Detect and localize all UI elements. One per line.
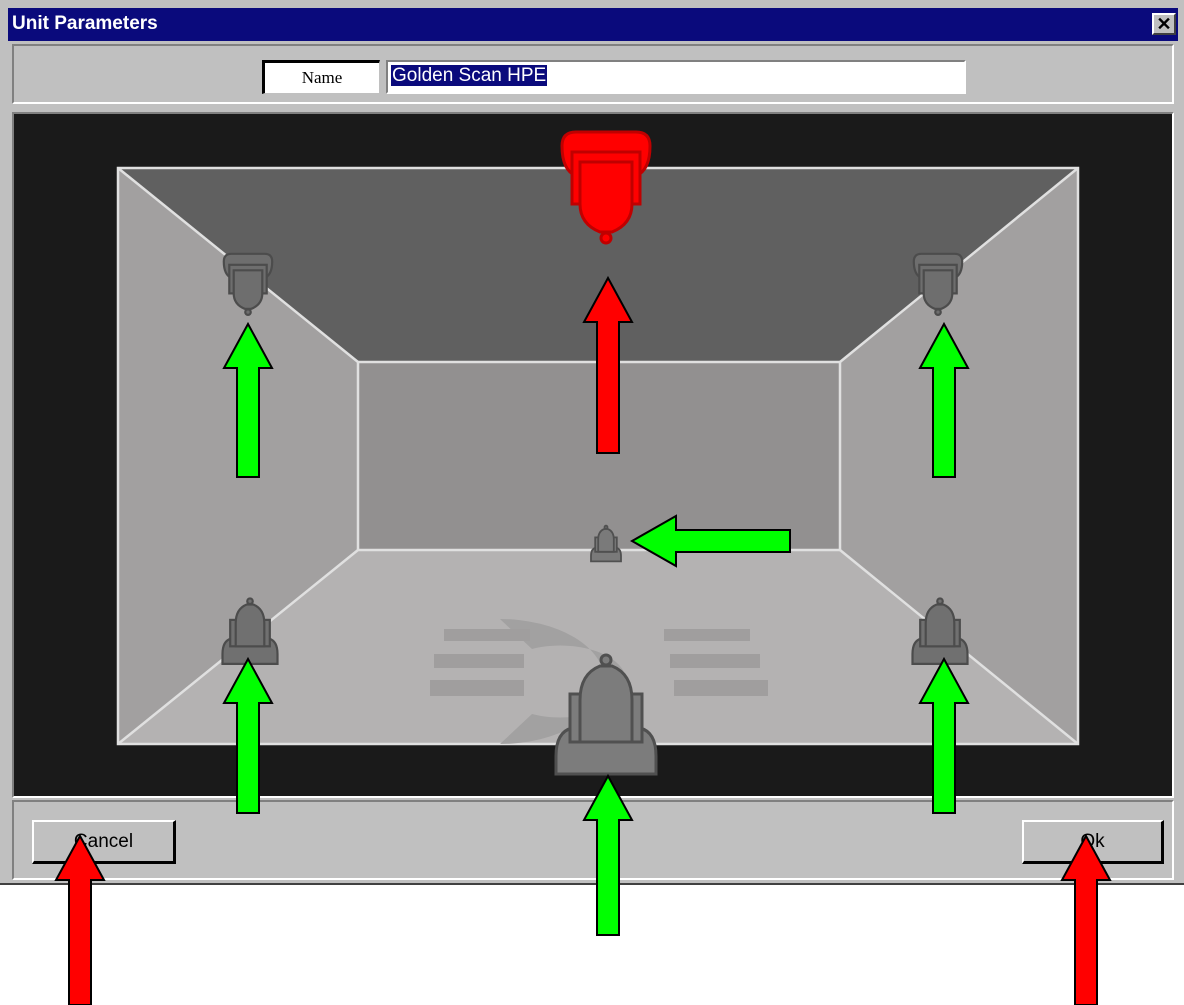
button-bar: Cancel Ok [12, 800, 1174, 880]
stage-view [12, 112, 1174, 798]
name-input[interactable]: Golden Scan HPE [386, 60, 966, 94]
back-wall [358, 362, 840, 550]
ok-button[interactable]: Ok [1022, 820, 1164, 864]
title-bar: Unit Parameters ✕ [8, 8, 1178, 41]
close-button[interactable]: ✕ [1152, 13, 1176, 35]
unit-parameters-dialog: Unit Parameters ✕ Name Golden Scan HPE C… [0, 0, 1184, 885]
window-title: Unit Parameters [12, 13, 158, 34]
name-panel: Name Golden Scan HPE [12, 44, 1174, 104]
name-input-value: Golden Scan HPE [391, 65, 548, 86]
cancel-button[interactable]: Cancel [32, 820, 176, 864]
dialog-bottom-edge [0, 880, 1184, 885]
name-label: Name [262, 60, 380, 94]
